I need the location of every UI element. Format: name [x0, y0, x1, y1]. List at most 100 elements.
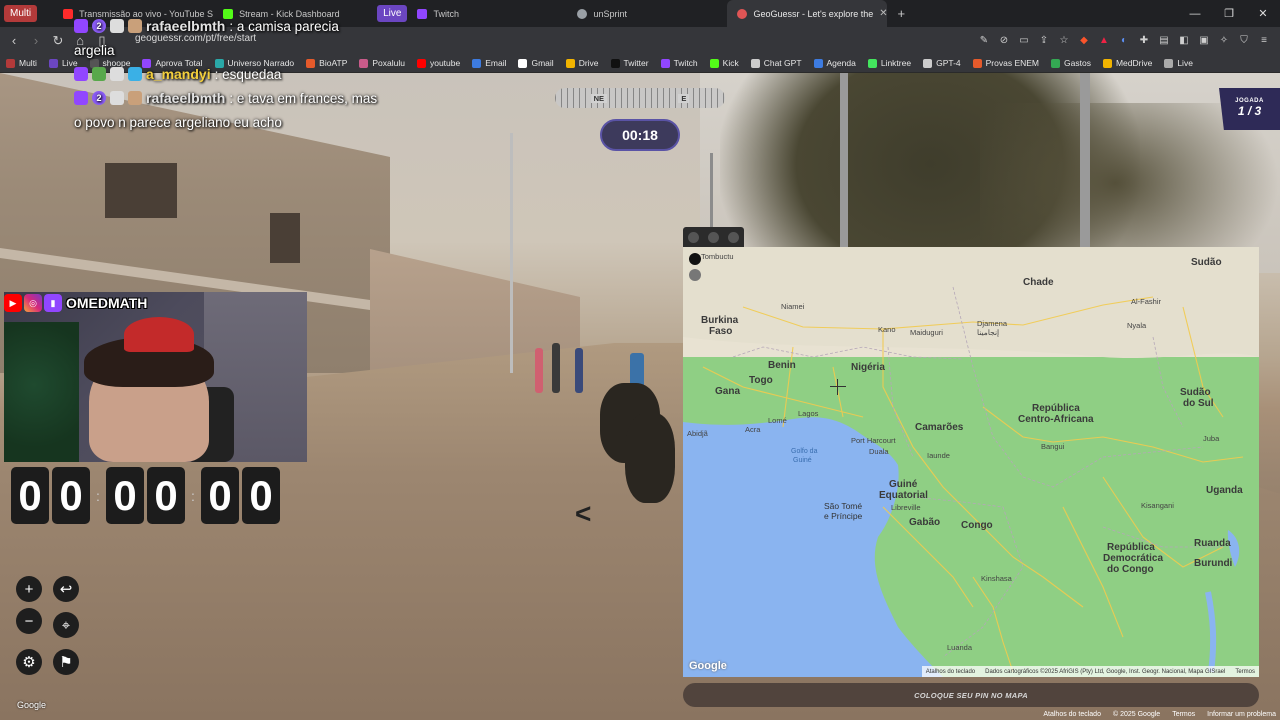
puzzle-icon[interactable]: ✚: [1136, 31, 1152, 49]
chat-text: : a camisa parecia: [229, 18, 339, 34]
navigation-arrow-icon[interactable]: <: [575, 498, 591, 530]
zoom-out-button[interactable]: −: [16, 608, 42, 634]
bookmark-label: Kick: [722, 58, 739, 68]
map-label-guine-eq: Guiné: [889, 479, 918, 490]
cast-icon[interactable]: ▭: [1016, 31, 1032, 49]
bookmark-item[interactable]: Live: [1158, 58, 1199, 68]
tab-live[interactable]: Live: [377, 5, 408, 22]
bookmark-item[interactable]: Agenda: [808, 58, 862, 68]
map-label-sudao-sul: Sudão: [1180, 387, 1211, 398]
map-shrink-button[interactable]: [687, 231, 699, 243]
zoom-in-button[interactable]: +: [16, 576, 42, 602]
close-window-icon[interactable]: ✕: [1246, 0, 1280, 27]
bookmark-item[interactable]: Multi: [0, 58, 43, 68]
youtube-icon: ▶: [4, 294, 22, 312]
map-pin-button[interactable]: [728, 231, 740, 243]
map-label-tombuctu: Tombuctu: [701, 252, 734, 261]
tab-unsprint[interactable]: unSprint: [567, 0, 727, 27]
twitch-badge-icon: [74, 19, 88, 33]
map-shortcuts-link[interactable]: Atalhos do teclado: [926, 669, 975, 675]
bookmark-item[interactable]: Linktree: [862, 58, 917, 68]
tab-geoguessr[interactable]: GeoGuessr - Let's explore the ✕: [727, 0, 888, 27]
place-pin-button[interactable]: COLOQUE SEU PIN NO MAPA: [683, 683, 1259, 707]
map-terms-link[interactable]: Termos: [1235, 669, 1255, 675]
bookmark-item[interactable]: MedDrive: [1097, 58, 1158, 68]
reload-icon[interactable]: ↻: [48, 31, 68, 51]
chat-message: 2 rafaeelbmth : a camisa parecia: [74, 14, 377, 38]
clock-digit: 0: [147, 467, 185, 524]
chat-username: rafaeelbmth: [146, 90, 226, 106]
share-icon[interactable]: ⇪: [1036, 31, 1052, 49]
map-label-golfo: Golfo da: [791, 448, 818, 455]
map-label-nyala: Nyala: [1127, 321, 1147, 330]
bookmark-item[interactable]: Gmail: [512, 58, 559, 68]
menu-icon[interactable]: ≡: [1256, 31, 1272, 49]
minimize-icon[interactable]: —: [1178, 0, 1212, 27]
sub-badge: 2: [92, 91, 106, 105]
avatar-badge-icon: [128, 91, 142, 105]
tab-twitch[interactable]: Twitch: [407, 0, 567, 27]
forward-icon[interactable]: ›: [26, 31, 46, 51]
bookmark-label: Gmail: [531, 58, 554, 68]
map-control-dot[interactable]: [689, 269, 701, 281]
bookmark-item[interactable]: Gastos: [1045, 58, 1097, 68]
brave-shield-icon[interactable]: ◆: [1076, 31, 1092, 49]
map-label-principe: e Príncipe: [824, 511, 863, 521]
bookmark-item[interactable]: Email: [466, 58, 512, 68]
new-tab-label: +: [897, 6, 906, 21]
multi-extension-button[interactable]: Multi: [4, 5, 38, 22]
bookmark-item[interactable]: GPT-4: [917, 58, 967, 68]
bookmark-item[interactable]: Chat GPT: [745, 58, 808, 68]
globe-icon: [577, 8, 588, 19]
rewards-icon[interactable]: ▲: [1096, 31, 1112, 49]
bookmark-label: Linktree: [880, 58, 912, 68]
footer-terms-link[interactable]: Termos: [1172, 711, 1195, 718]
bookmark-item[interactable]: Twitter: [605, 58, 655, 68]
leo-icon[interactable]: ✧: [1216, 31, 1232, 49]
bookmark-item[interactable]: Drive: [560, 58, 605, 68]
extension-icon[interactable]: ⊘: [996, 31, 1012, 49]
star-icon[interactable]: ☆: [1056, 31, 1072, 49]
tab-title: unSprint: [593, 8, 628, 19]
bookmark-item[interactable]: Provas ENEM: [967, 58, 1045, 68]
maximize-icon[interactable]: ❐: [1212, 0, 1246, 27]
new-tab-button[interactable]: +: [887, 0, 913, 27]
extension-icon[interactable]: ✎: [976, 31, 992, 49]
undo-move-button[interactable]: ↩: [53, 576, 79, 602]
chat-message: a_mandyi : esquedaa: [74, 62, 377, 86]
guess-map[interactable]: Tombuctu Niamei Burkina Faso Benin Togo …: [683, 247, 1259, 677]
window: [105, 163, 177, 218]
lake-tanganyika: [1205, 591, 1217, 673]
sidebar-icon[interactable]: ▤: [1156, 31, 1172, 49]
bookmark-icon: [518, 58, 528, 68]
map-label-abidja: Abidjã: [687, 429, 708, 438]
map-label-rdc: República: [1107, 542, 1155, 553]
map-label-do-congo: do Congo: [1107, 564, 1154, 575]
wallet-outline-icon[interactable]: ▣: [1196, 31, 1212, 49]
tab-title: Live: [383, 8, 402, 19]
footer-shortcuts-link[interactable]: Atalhos do teclado: [1043, 711, 1101, 718]
map-control-dot[interactable]: [689, 253, 701, 265]
bookmark-label: Gastos: [1064, 58, 1091, 68]
close-tab-icon[interactable]: ✕: [879, 8, 887, 19]
flag-button[interactable]: ⚑: [53, 649, 79, 675]
round-value: 1 / 3: [1237, 104, 1262, 118]
bookmark-label: Chat GPT: [763, 58, 802, 68]
christmas-tree: [4, 322, 79, 462]
pedestrian: [535, 348, 543, 393]
pedestrian: [575, 348, 583, 393]
back-icon[interactable]: ‹: [4, 31, 24, 51]
bookmark-item[interactable]: Twitch: [655, 58, 704, 68]
split-icon[interactable]: ◧: [1176, 31, 1192, 49]
bookmark-label: Poxalulu: [372, 58, 405, 68]
footer-report-link[interactable]: Informar um problema: [1207, 711, 1276, 718]
bookmark-item[interactable]: youtube: [411, 58, 466, 68]
round-timer: 00:18: [600, 119, 680, 151]
settings-button[interactable]: ⚙: [16, 649, 42, 675]
bookmark-item[interactable]: Kick: [704, 58, 745, 68]
map-grow-button[interactable]: [707, 231, 719, 243]
return-to-start-button[interactable]: ⌖: [53, 612, 79, 638]
map-label-chade: Chade: [1023, 277, 1054, 288]
wallet-icon[interactable]: ◐: [1116, 31, 1132, 49]
vpn-icon[interactable]: ⛉: [1236, 31, 1252, 49]
